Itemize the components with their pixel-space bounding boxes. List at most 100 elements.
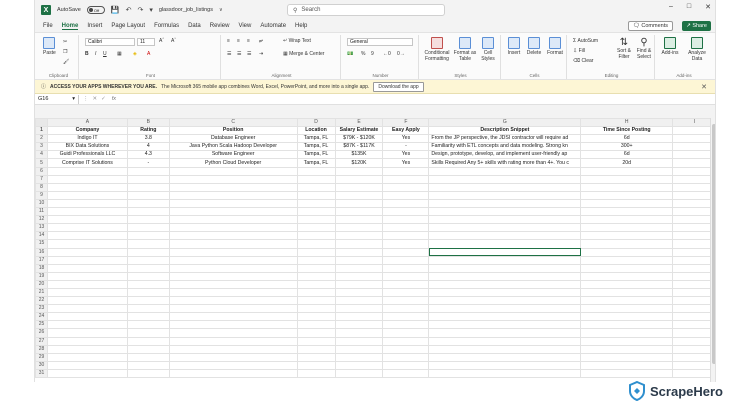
row-header[interactable]: 31 <box>35 368 48 379</box>
tab-formulas[interactable]: Formulas <box>154 23 179 29</box>
row-header[interactable]: 14 <box>35 231 48 241</box>
cell[interactable] <box>334 360 384 370</box>
row-header[interactable]: 18 <box>35 263 48 273</box>
cell[interactable] <box>428 328 582 338</box>
cell[interactable]: - <box>382 142 430 152</box>
cell[interactable] <box>296 279 336 289</box>
cell[interactable] <box>296 247 336 257</box>
cell[interactable] <box>126 182 170 192</box>
cell[interactable] <box>580 296 674 306</box>
minimize-icon[interactable]: – <box>669 3 673 11</box>
tab-data[interactable]: Data <box>188 23 201 29</box>
clear-button[interactable]: ⌫ Clear <box>573 58 593 64</box>
save-icon[interactable]: 💾 <box>111 6 120 14</box>
cell[interactable]: Location <box>296 126 336 136</box>
cell[interactable]: 4 <box>126 142 170 152</box>
cell[interactable]: Skills Required Any 5+ skills with ratin… <box>428 158 582 168</box>
row-header[interactable]: 24 <box>35 312 48 322</box>
cell[interactable] <box>296 312 336 322</box>
cell[interactable] <box>46 215 128 225</box>
cell[interactable]: Description Snippet <box>428 126 582 136</box>
cell[interactable] <box>382 320 430 330</box>
cell[interactable] <box>334 263 384 273</box>
row-header[interactable]: 25 <box>35 320 48 330</box>
cell[interactable]: Tampa, FL <box>296 134 336 144</box>
cell[interactable] <box>168 344 298 354</box>
orientation-icon[interactable]: ⥂ <box>259 38 263 44</box>
cell[interactable] <box>580 255 674 265</box>
cell[interactable] <box>46 368 128 379</box>
cell[interactable] <box>46 231 128 241</box>
align-left-icon[interactable]: ☰ <box>227 51 231 57</box>
cell[interactable] <box>382 352 430 362</box>
cell[interactable] <box>46 304 128 314</box>
cell[interactable]: Tampa, FL <box>296 142 336 152</box>
cell[interactable] <box>334 231 384 241</box>
cell[interactable]: Database Engineer <box>168 134 298 144</box>
cell[interactable] <box>168 263 298 273</box>
cell[interactable] <box>296 271 336 281</box>
cell[interactable] <box>580 247 674 257</box>
font-color-icon[interactable]: A <box>147 51 150 57</box>
cell[interactable] <box>428 312 582 322</box>
conditional-formatting-button[interactable]: Conditional Formatting <box>423 37 451 62</box>
underline-icon[interactable]: U <box>103 51 107 57</box>
cell[interactable] <box>168 328 298 338</box>
cell[interactable] <box>126 344 170 354</box>
cell[interactable]: - <box>126 158 170 168</box>
cell[interactable] <box>46 182 128 192</box>
cell[interactable] <box>334 271 384 281</box>
cell[interactable] <box>46 174 128 184</box>
chevron-down-icon[interactable]: ∨ <box>219 7 223 13</box>
cell[interactable] <box>168 279 298 289</box>
cell[interactable]: Java Python Scala Hadoop Developer <box>168 142 298 152</box>
cell[interactable] <box>580 190 674 200</box>
comments-button[interactable]: 🗨 Comments <box>627 21 673 31</box>
cell[interactable] <box>428 223 582 233</box>
download-app-button[interactable]: Download the app <box>373 81 424 92</box>
cell[interactable] <box>334 255 384 265</box>
cell[interactable] <box>334 320 384 330</box>
cell[interactable] <box>382 190 430 200</box>
align-top-icon[interactable]: ≡ <box>227 38 230 44</box>
cell[interactable] <box>428 352 582 362</box>
cell[interactable] <box>580 320 674 330</box>
cell[interactable]: Tampa, FL <box>296 150 336 160</box>
cell[interactable] <box>126 263 170 273</box>
wrap-text-button[interactable]: ↵ Wrap Text <box>283 38 311 44</box>
increase-font-icon[interactable]: Aˆ <box>159 38 164 44</box>
row-header[interactable]: 10 <box>35 198 48 209</box>
cell[interactable] <box>126 223 170 233</box>
cell[interactable] <box>382 360 430 370</box>
cell[interactable] <box>580 328 674 338</box>
cell[interactable] <box>428 320 582 330</box>
cell[interactable] <box>168 312 298 322</box>
cell[interactable] <box>168 174 298 184</box>
cell[interactable] <box>428 231 582 241</box>
cell[interactable]: Salary Estimate <box>334 126 384 136</box>
cell[interactable] <box>46 360 128 370</box>
cell[interactable] <box>296 296 336 306</box>
cell[interactable] <box>126 312 170 322</box>
row-header[interactable]: 12 <box>35 215 48 225</box>
cell[interactable] <box>46 223 128 233</box>
comma-icon[interactable]: 9 <box>371 51 374 57</box>
cell[interactable] <box>126 352 170 362</box>
cell[interactable] <box>296 231 336 241</box>
cell[interactable] <box>126 215 170 225</box>
cell[interactable] <box>296 239 336 249</box>
row-header[interactable]: 2 <box>35 134 48 144</box>
cell[interactable] <box>334 207 384 217</box>
cell[interactable] <box>168 304 298 314</box>
row-header[interactable]: 1 <box>35 126 48 136</box>
cell[interactable] <box>580 368 674 379</box>
cell[interactable] <box>428 368 582 379</box>
cell[interactable]: Tampa, FL <box>296 158 336 168</box>
cell[interactable] <box>126 255 170 265</box>
cell[interactable] <box>46 279 128 289</box>
row-header[interactable]: 16 <box>35 247 48 257</box>
cell[interactable]: Familiarity with ETL concepts and data m… <box>428 142 582 152</box>
cell[interactable] <box>168 182 298 192</box>
autosave-toggle[interactable]: Off <box>86 6 105 14</box>
cell[interactable] <box>428 198 582 209</box>
